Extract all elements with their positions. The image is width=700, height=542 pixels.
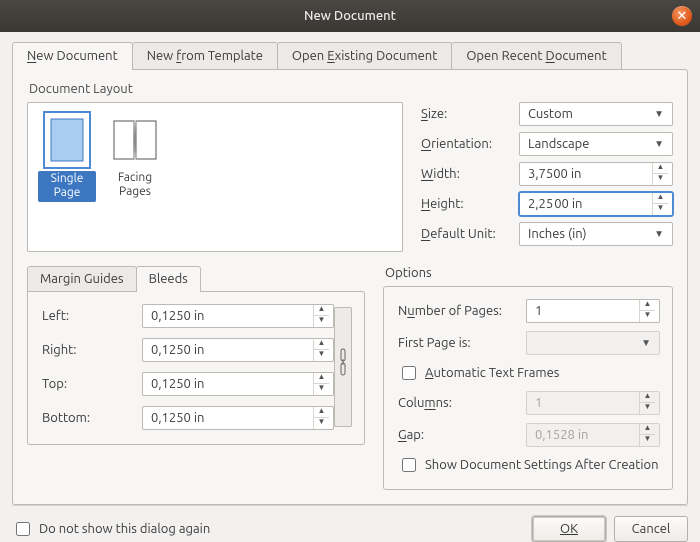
num-pages-value: 1 xyxy=(535,304,542,318)
link-values-toggle[interactable] xyxy=(334,307,352,427)
dont-show-check[interactable]: Do not show this dialog again xyxy=(12,519,210,539)
layout-item-label: Single Page xyxy=(38,171,96,202)
first-page-label: First Page is: xyxy=(398,336,518,350)
orientation-label: Orientation: xyxy=(421,137,513,151)
bleed-left-label: Left: xyxy=(42,309,142,323)
chevron-down-icon: ▼ xyxy=(654,108,668,120)
layout-item-facing-pages[interactable]: Facing Pages xyxy=(106,113,164,241)
spin-buttons[interactable]: ▲▼ xyxy=(652,193,668,215)
layout-thumbnails: Single Page Facing Pages xyxy=(27,102,403,252)
columns-label: Columns: xyxy=(398,396,518,410)
ok-button[interactable]: OK xyxy=(532,516,606,542)
chevron-down-icon: ▼ xyxy=(654,138,668,150)
size-value: Custom xyxy=(528,107,573,121)
facing-pages-icon xyxy=(113,113,157,167)
gap-label: Gap: xyxy=(398,428,518,442)
spin-buttons: ▲▼ xyxy=(639,424,655,446)
tab-new-from-template[interactable]: New from Template xyxy=(132,42,278,69)
width-label: Width: xyxy=(421,167,513,181)
size-label: Size: xyxy=(421,107,513,121)
subtab-margin-guides[interactable]: Margin Guides xyxy=(27,266,137,291)
columns-field: 1 ▲▼ xyxy=(526,391,660,415)
bleed-left-field[interactable]: 0,1250 in ▲▼ xyxy=(142,304,334,328)
bleed-bottom-value: 0,1250 in xyxy=(151,411,204,425)
dont-show-input[interactable] xyxy=(16,522,30,536)
num-pages-label: Number of Pages: xyxy=(398,304,518,318)
width-field[interactable]: 3,7500 in ▲▼ xyxy=(519,162,673,186)
options-panel: Options Number of Pages: 1 ▲▼ First Page… xyxy=(383,266,673,490)
spin-buttons[interactable]: ▲▼ xyxy=(313,305,329,327)
bleed-bottom-field[interactable]: 0,1250 in ▲▼ xyxy=(142,406,334,430)
chain-link-icon xyxy=(338,347,348,387)
bleeds-panel: Left: 0,1250 in ▲▼ Right: xyxy=(27,291,365,445)
height-value-post: 00 in xyxy=(554,197,582,211)
width-value: 3,7500 in xyxy=(528,167,581,181)
window-title: New Document xyxy=(304,9,396,23)
default-unit-combo[interactable]: Inches (in) ▼ xyxy=(519,222,673,246)
bleed-top-label: Top: xyxy=(42,377,142,391)
top-tabs: New Document New from Template Open Exis… xyxy=(12,42,688,69)
dialog-body: New Document New from Template Open Exis… xyxy=(0,32,700,540)
height-label: Height: xyxy=(421,197,513,211)
subtab-bleeds[interactable]: Bleeds xyxy=(136,266,201,291)
tab-open-existing[interactable]: Open Existing Document xyxy=(277,42,452,69)
layout-properties: Size: Custom ▼ Orientation: Landscape ▼ … xyxy=(421,102,673,246)
spin-buttons: ▲▼ xyxy=(639,392,655,414)
orientation-value: Landscape xyxy=(528,137,589,151)
default-unit-label: Default Unit: xyxy=(421,227,513,241)
spin-buttons[interactable]: ▲▼ xyxy=(313,339,329,361)
auto-text-frames-check[interactable]: Automatic Text Frames xyxy=(398,363,660,383)
dialog-footer: Do not show this dialog again OK Cancel xyxy=(12,505,688,542)
bleed-left-value: 0,1250 in xyxy=(151,309,204,323)
section-document-layout: Document Layout xyxy=(29,82,673,96)
layout-item-single-page[interactable]: Single Page xyxy=(38,113,96,241)
num-pages-field[interactable]: 1 ▲▼ xyxy=(526,299,660,323)
gap-field: 0,1528 in ▲▼ xyxy=(526,423,660,447)
options-title: Options xyxy=(385,266,673,280)
bleed-right-label: Right: xyxy=(42,343,142,357)
bleed-right-field[interactable]: 0,1250 in ▲▼ xyxy=(142,338,334,362)
spin-buttons[interactable]: ▲▼ xyxy=(313,373,329,395)
dont-show-label: Do not show this dialog again xyxy=(39,522,210,536)
bleed-bottom-label: Bottom: xyxy=(42,411,142,425)
first-page-combo: ▼ xyxy=(526,331,660,355)
tab-new-document[interactable]: New Document xyxy=(12,42,133,69)
main-panel: Document Layout Single Page xyxy=(12,69,688,505)
cancel-button[interactable]: Cancel xyxy=(614,516,688,542)
chevron-down-icon: ▼ xyxy=(641,337,655,349)
columns-value: 1 xyxy=(535,396,542,410)
orientation-combo[interactable]: Landscape ▼ xyxy=(519,132,673,156)
chevron-down-icon: ▼ xyxy=(654,228,668,240)
gap-value: 0,1528 in xyxy=(535,428,588,442)
auto-text-frames-input[interactable] xyxy=(402,366,416,380)
spin-buttons[interactable]: ▲▼ xyxy=(639,300,655,322)
bleed-right-value: 0,1250 in xyxy=(151,343,204,357)
bleed-top-field[interactable]: 0,1250 in ▲▼ xyxy=(142,372,334,396)
bleed-top-value: 0,1250 in xyxy=(151,377,204,391)
default-unit-value: Inches (in) xyxy=(528,227,587,241)
spin-buttons[interactable]: ▲▼ xyxy=(313,407,329,429)
show-after-input[interactable] xyxy=(402,458,416,472)
show-after-label: Show Document Settings After Creation xyxy=(425,458,659,472)
spin-buttons[interactable]: ▲▼ xyxy=(652,163,668,185)
show-after-check[interactable]: Show Document Settings After Creation xyxy=(398,455,660,475)
single-page-icon xyxy=(45,113,89,167)
tab-open-recent[interactable]: Open Recent Document xyxy=(451,42,621,69)
titlebar: New Document ✕ xyxy=(0,0,700,32)
height-value-pre: 2,25 xyxy=(528,197,553,211)
auto-text-frames-label: Automatic Text Frames xyxy=(425,366,559,380)
close-icon[interactable]: ✕ xyxy=(672,6,692,26)
size-combo[interactable]: Custom ▼ xyxy=(519,102,673,126)
height-field[interactable]: 2,2500 in ▲▼ xyxy=(519,192,673,216)
layout-item-label: Facing Pages xyxy=(118,171,152,198)
